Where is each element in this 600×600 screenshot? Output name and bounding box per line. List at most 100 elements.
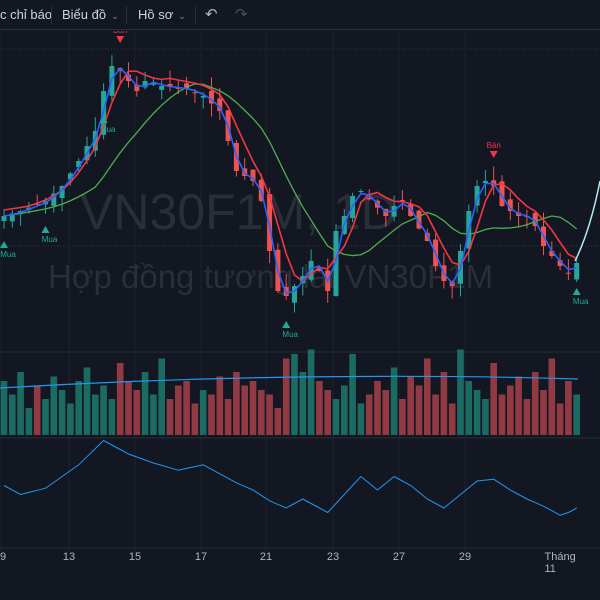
candle-body <box>159 86 165 90</box>
volume-bar <box>125 381 132 435</box>
volume-bar <box>399 399 406 435</box>
volume-bar <box>183 381 190 435</box>
volume-bar <box>440 372 448 435</box>
volume-bar <box>307 349 315 435</box>
volume-bar <box>316 381 323 435</box>
volume-bar <box>357 403 365 435</box>
divider <box>51 6 52 24</box>
volume-bar <box>548 358 556 435</box>
watermark-description: Hợp đồng tương lai VN30F1M <box>48 258 493 295</box>
volume-bar <box>282 358 290 435</box>
volume-bar <box>349 354 356 435</box>
projection-line <box>574 180 600 262</box>
divider <box>195 6 196 24</box>
volume-bar <box>565 381 572 435</box>
price-chart[interactable]: VN30F1M, 1D Hợp đồng tương lai VN30F1M M… <box>0 31 600 600</box>
undo-icon[interactable]: ↶ <box>205 5 218 23</box>
candle-body <box>1 216 7 221</box>
volume-bar <box>150 394 157 435</box>
volume-bar <box>332 399 340 435</box>
volume-bar <box>531 372 539 435</box>
sell-label: Bán <box>113 31 127 35</box>
volume-bar <box>0 381 8 435</box>
volume-bar <box>498 394 506 435</box>
volume-pane <box>0 349 580 435</box>
volume-bar <box>274 408 282 435</box>
volume-bar <box>108 399 116 435</box>
time-tick: 9 <box>0 551 7 563</box>
time-tick: 17 <box>194 551 208 563</box>
volume-bar <box>341 385 348 435</box>
divider <box>126 6 127 24</box>
volume-bar <box>92 394 99 435</box>
candle-body <box>565 272 571 274</box>
candle-body <box>574 263 580 280</box>
volume-bar <box>67 403 74 435</box>
profile-menu-button[interactable]: Hồ sơ ⌄ <box>138 7 186 22</box>
volume-bar <box>556 403 564 435</box>
time-tick: 15 <box>128 551 142 563</box>
volume-bar <box>33 385 41 435</box>
volume-bar <box>432 394 439 435</box>
oscillator-line <box>3 439 577 516</box>
volume-bar <box>42 399 49 435</box>
volume-bar <box>191 403 199 435</box>
volume-bar <box>482 399 489 435</box>
volume-bar <box>233 372 240 435</box>
volume-bar <box>9 394 16 435</box>
sell-arrow-icon <box>116 36 125 43</box>
top-toolbar: c chỉ báo Biểu đồ ⌄ Hồ sơ ⌄ ↶ ↷ <box>0 0 600 30</box>
volume-bar <box>224 399 232 435</box>
volume-bar <box>158 358 165 435</box>
volume-bar <box>299 372 307 435</box>
volume-bar <box>241 385 248 435</box>
volume-bar <box>573 394 580 435</box>
chevron-down-icon: ⌄ <box>178 11 186 21</box>
volume-bar <box>175 385 182 435</box>
volume-bar <box>249 381 257 435</box>
volume-bar <box>133 390 141 435</box>
sell-label: Bán <box>487 141 501 150</box>
buy-arrow-icon <box>572 288 581 295</box>
buy-label: Mua <box>0 250 16 259</box>
volume-bar <box>515 376 522 435</box>
buy-arrow-icon <box>282 321 291 328</box>
volume-bar <box>424 358 431 435</box>
buy-label: Mua <box>100 125 116 134</box>
volume-bar <box>540 390 547 435</box>
sell-arrow-icon <box>489 151 498 158</box>
volume-bar <box>457 349 464 435</box>
time-tick: 23 <box>326 551 340 563</box>
volume-bar <box>116 363 124 435</box>
buy-label: Mua <box>573 297 589 306</box>
volume-bar <box>258 390 265 435</box>
volume-bar <box>465 381 473 435</box>
volume-bar <box>365 394 373 435</box>
candle-body <box>192 92 198 94</box>
volume-bar <box>523 399 531 435</box>
candle-body <box>366 197 372 200</box>
time-tick: 29 <box>458 551 472 563</box>
buy-arrow-icon <box>41 226 50 233</box>
buy-label: Mua <box>42 235 58 244</box>
chart-menu-button[interactable]: Biểu đồ ⌄ <box>62 7 119 22</box>
chart-menu-label: Biểu đồ <box>62 7 107 22</box>
time-tick: Tháng 11 <box>544 551 576 575</box>
chevron-down-icon: ⌄ <box>111 11 119 21</box>
volume-bar <box>166 399 174 435</box>
indicators-button[interactable]: c chỉ báo <box>0 7 52 22</box>
redo-icon[interactable]: ↷ <box>235 5 248 23</box>
ma-red-line <box>3 70 578 283</box>
volume-bar <box>17 372 24 435</box>
volume-bar <box>75 381 82 435</box>
volume-bar <box>208 394 215 435</box>
volume-bar <box>374 381 381 435</box>
volume-bar <box>216 376 224 435</box>
volume-bar <box>291 354 298 435</box>
volume-bar <box>25 408 33 435</box>
buy-arrow-icon <box>0 241 8 248</box>
volume-bar <box>324 390 331 435</box>
buy-label: Mua <box>282 330 298 339</box>
profile-menu-label: Hồ sơ <box>138 7 174 22</box>
oscillator-pane <box>3 439 577 516</box>
